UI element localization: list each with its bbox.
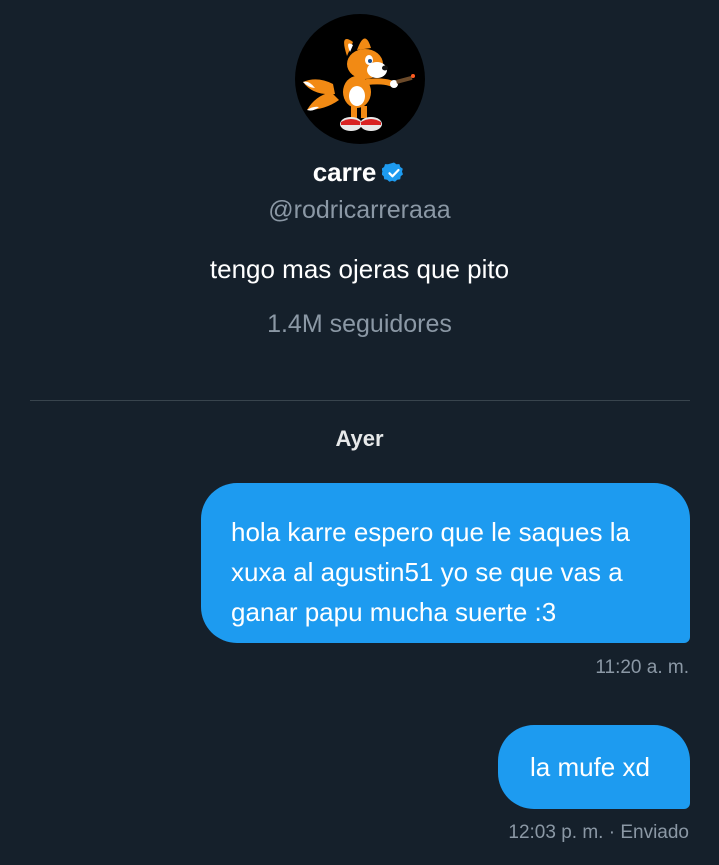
message-text: hola karre espero que le saques la xuxa … <box>231 517 630 627</box>
message-timestamp: 12:03 p. m. <box>508 822 604 843</box>
message-meta: 12:03 p. m. · Enviado <box>508 822 689 844</box>
sent-message-bubble[interactable]: hola karre espero que le saques la xuxa … <box>201 483 690 643</box>
profile-avatar[interactable] <box>295 14 425 144</box>
name-row: carre <box>0 157 719 188</box>
followers-count[interactable]: 1.4M seguidores <box>0 310 719 339</box>
message-timestamp: 11:20 a. m. <box>595 657 689 678</box>
fox-character-icon <box>303 38 415 131</box>
section-divider <box>30 400 690 401</box>
day-separator: Ayer <box>335 426 384 451</box>
profile-bio: tengo mas ojeras que pito <box>209 254 510 284</box>
message-text: la mufe xd <box>530 752 650 782</box>
profile-name[interactable]: carre <box>313 157 377 188</box>
message-meta: 11:20 a. m. <box>595 657 689 679</box>
profile-handle[interactable]: @rodricarreraaa <box>0 196 719 225</box>
sent-message-bubble[interactable]: la mufe xd <box>498 725 690 809</box>
message-status: · Enviado <box>603 822 689 843</box>
verified-badge-icon <box>381 161 406 185</box>
